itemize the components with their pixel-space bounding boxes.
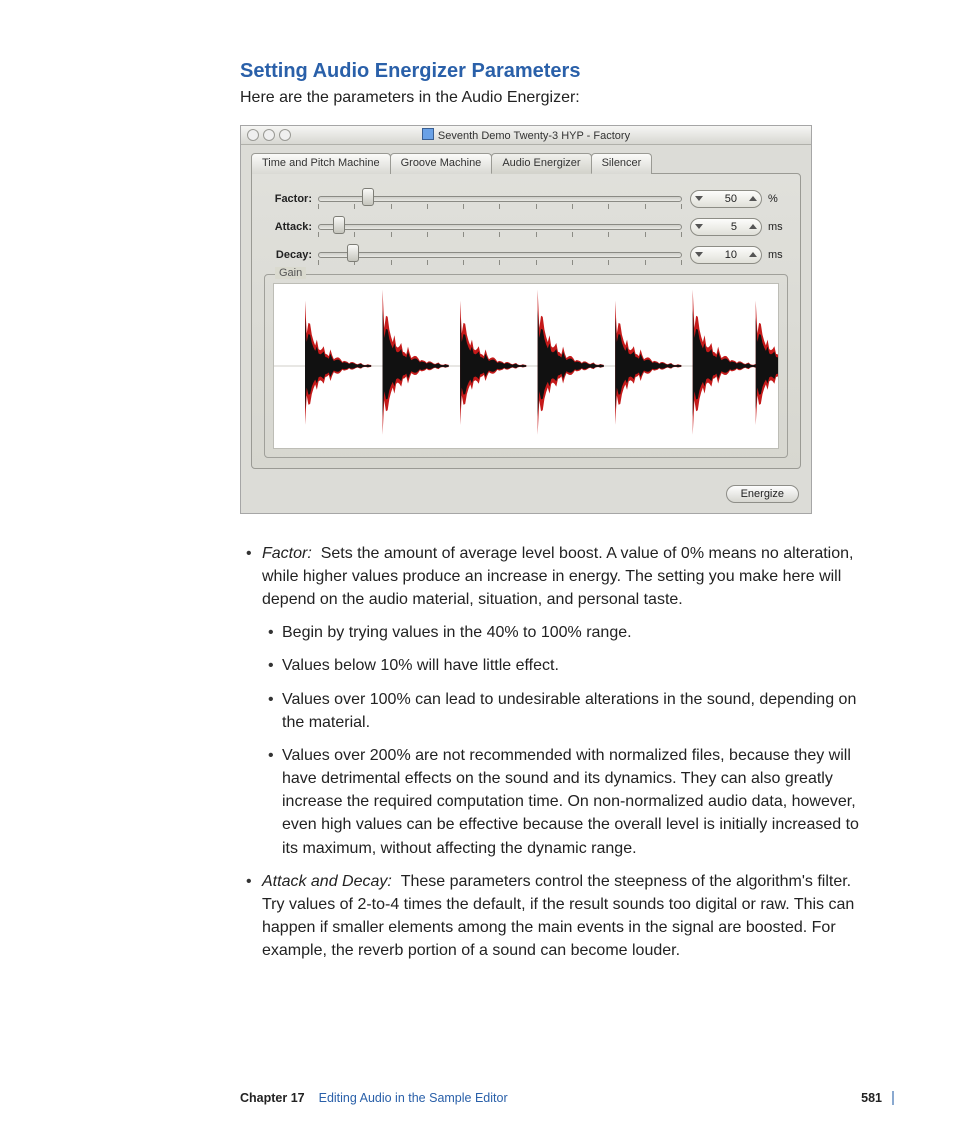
param-row-decay: Decay: 10 ms [264,246,788,264]
triangle-up-icon[interactable] [749,196,757,201]
attack-slider-thumb[interactable] [333,216,345,234]
tab-panel: Factor: 50 % Attack: [251,173,801,469]
gain-group: Gain [264,274,788,458]
tab-audio-energizer[interactable]: Audio Energizer [491,153,591,174]
chapter-number: Chapter 17 [240,1091,305,1105]
tab-bar: Time and Pitch Machine Groove Machine Au… [241,145,811,174]
decay-slider[interactable] [318,248,682,262]
decay-unit: ms [768,249,788,261]
factor-slider[interactable] [318,192,682,206]
tab-silencer[interactable]: Silencer [591,153,653,174]
document-icon [422,128,434,140]
tab-groove[interactable]: Groove Machine [390,153,493,174]
page-footer: Chapter 17 Editing Audio in the Sample E… [240,1091,894,1105]
decay-label: Decay: [264,249,312,261]
page-number: 581 [861,1091,882,1105]
decay-value: 10 [715,249,737,261]
factor-value: 50 [715,193,737,205]
attack-stepper[interactable]: 5 [690,218,762,236]
attack-unit: ms [768,221,788,233]
triangle-up-icon[interactable] [749,252,757,257]
decay-slider-thumb[interactable] [347,244,359,262]
sub-bullet: Values over 200% are not recommended wit… [282,744,864,860]
window-titlebar: Seventh Demo Twenty-3 HYP - Factory [241,126,811,145]
param-row-factor: Factor: 50 % [264,190,788,208]
factor-stepper[interactable]: 50 [690,190,762,208]
bullet-attack-decay: Attack and Decay: These parameters contr… [260,870,864,963]
app-window: Seventh Demo Twenty-3 HYP - Factory Time… [240,125,812,514]
bullet-factor: Factor: Sets the amount of average level… [260,542,864,860]
triangle-down-icon[interactable] [695,252,703,257]
tab-time-pitch[interactable]: Time and Pitch Machine [251,153,391,174]
window-title: Seventh Demo Twenty-3 HYP - Factory [241,128,811,142]
energize-button[interactable]: Energize [726,485,799,503]
factor-label: Factor: [264,193,312,205]
param-row-attack: Attack: 5 ms [264,218,788,236]
gain-legend: Gain [275,267,306,279]
chapter-name: Editing Audio in the Sample Editor [319,1091,508,1105]
attack-slider[interactable] [318,220,682,234]
intro-text: Here are the parameters in the Audio Ene… [240,87,864,109]
zoom-icon[interactable] [279,129,291,141]
triangle-down-icon[interactable] [695,224,703,229]
section-heading: Setting Audio Energizer Parameters [240,60,864,83]
sub-bullet: Values below 10% will have little effect… [282,654,864,677]
attack-label: Attack: [264,221,312,233]
waveform-display [273,283,779,449]
factor-slider-thumb[interactable] [362,188,374,206]
triangle-down-icon[interactable] [695,196,703,201]
factor-unit: % [768,193,788,205]
triangle-up-icon[interactable] [749,224,757,229]
attack-value: 5 [715,221,737,233]
minimize-icon[interactable] [263,129,275,141]
decay-stepper[interactable]: 10 [690,246,762,264]
sub-bullet: Begin by trying values in the 40% to 100… [282,621,864,644]
close-icon[interactable] [247,129,259,141]
sub-bullet: Values over 100% can lead to undesirable… [282,688,864,734]
